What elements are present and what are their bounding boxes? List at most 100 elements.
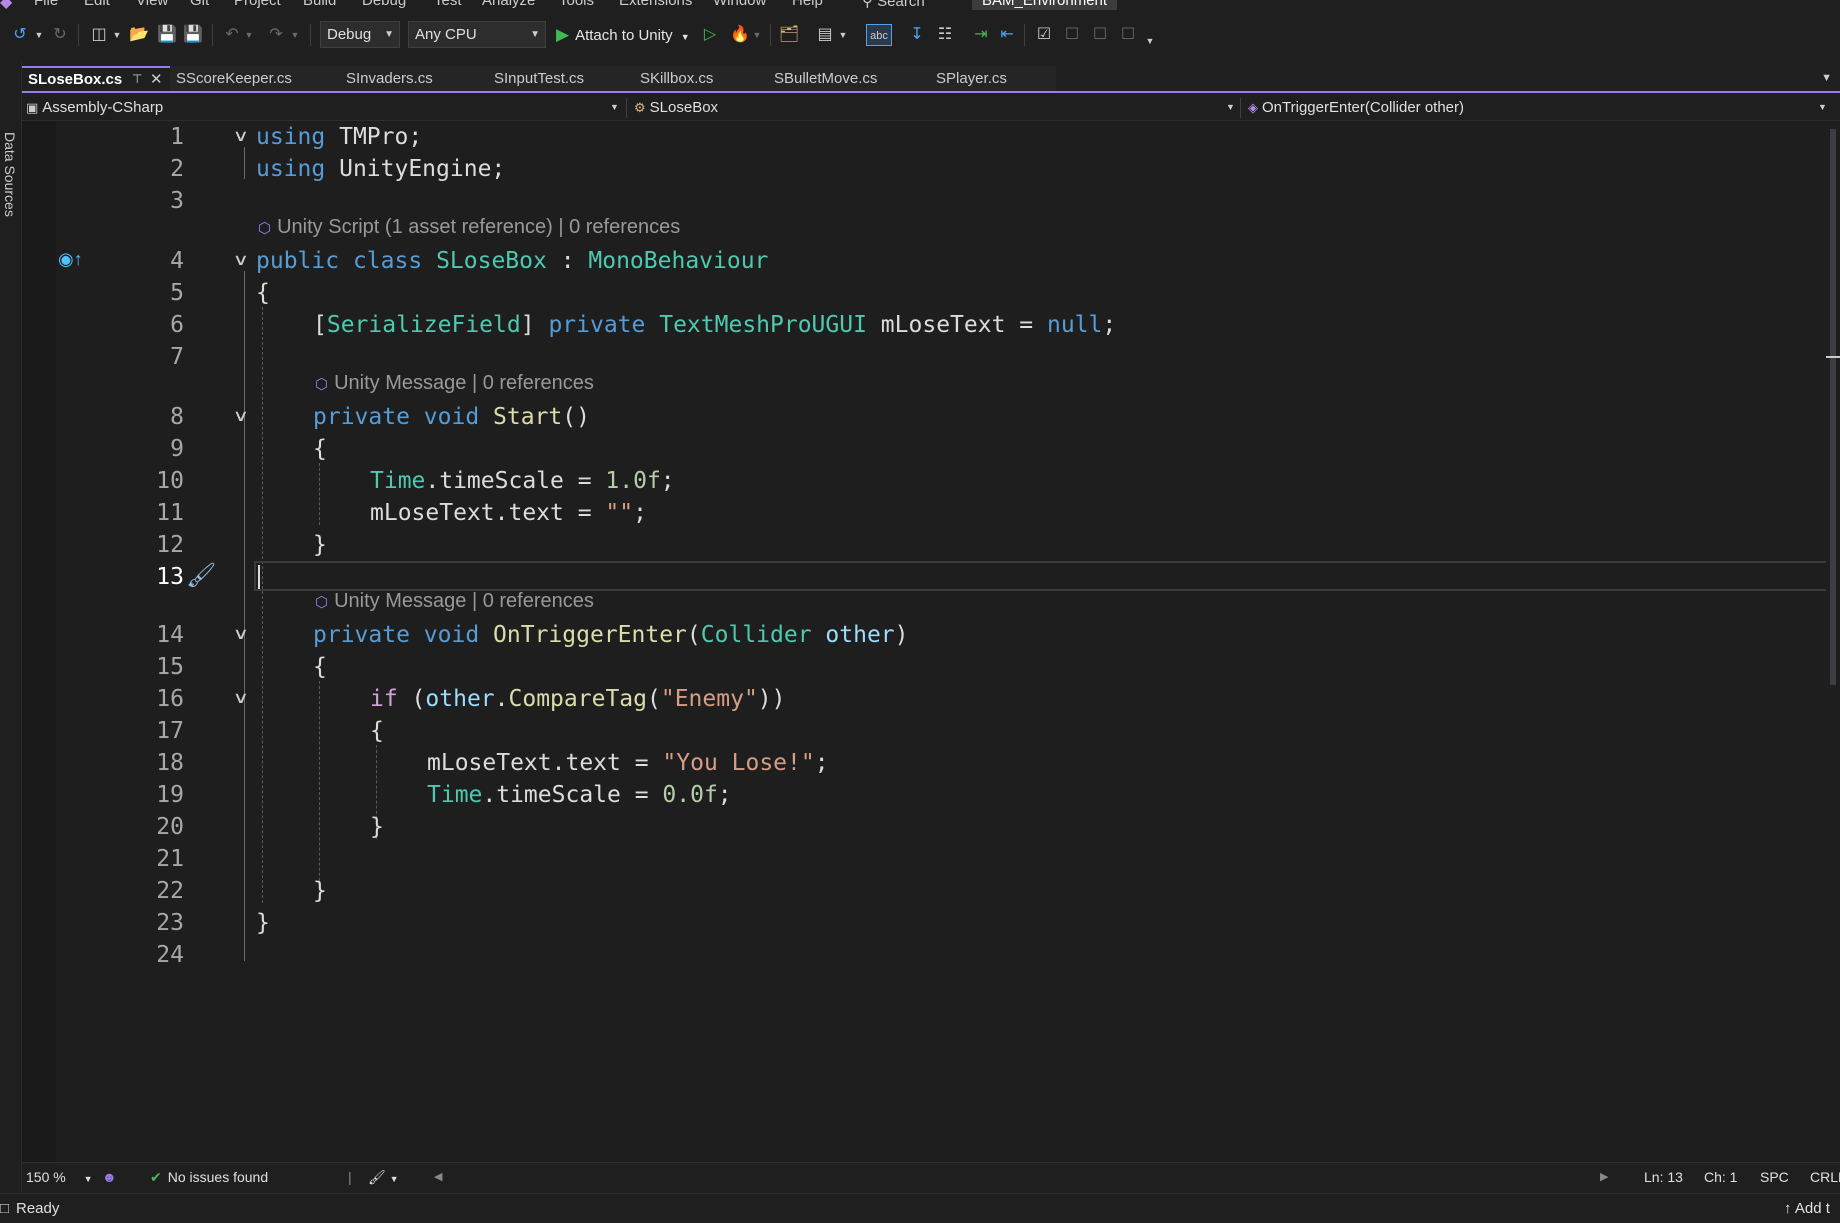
- code-line-8: private void Start(): [313, 404, 590, 430]
- fold-chevron-down-icon[interactable]: ∨: [233, 401, 249, 433]
- navigate-back-icon[interactable]: ↺: [10, 24, 30, 46]
- hot-reload-dropdown-icon[interactable]: ▼: [752, 24, 762, 46]
- fold-line: [244, 271, 245, 961]
- menu-project[interactable]: Project: [234, 0, 281, 9]
- tab-sloosebox[interactable]: SLoseBox.cs ⊤ ✕: [22, 66, 170, 91]
- menu-debug[interactable]: Debug: [362, 0, 406, 9]
- toolbar: ↺ ▼ ↻ ◫ ▼ 📂 💾 💾 ↶ ▼ ↷ ▼ Debug ▼ Any CPU …: [0, 10, 1840, 62]
- scroll-left-icon[interactable]: ◀: [434, 1163, 442, 1191]
- layout-dropdown-icon[interactable]: ▼: [838, 24, 848, 46]
- line-ending-indicator[interactable]: CRLF: [1810, 1163, 1840, 1191]
- undo-dropdown-icon[interactable]: ▼: [244, 24, 254, 46]
- hot-reload-icon[interactable]: 🔥: [730, 24, 750, 46]
- member-dropdown[interactable]: ◈ OnTriggerEnter(Collider other) ▼: [1248, 95, 1828, 120]
- tab-sscorekeeper[interactable]: SScoreKeeper.cs: [170, 66, 340, 91]
- codelens-class[interactable]: ⬡ Unity Script (1 asset reference) | 0 re…: [258, 213, 680, 241]
- code-line-14: private void OnTriggerEnter(Collider oth…: [313, 622, 909, 648]
- project-dropdown[interactable]: ▣ Assembly-CSharp ▼: [26, 95, 619, 120]
- line-number: 21: [156, 846, 184, 872]
- menu-file[interactable]: File: [34, 0, 58, 9]
- column-indicator[interactable]: Ch: 1: [1704, 1163, 1737, 1191]
- redo-dropdown-icon[interactable]: ▼: [290, 24, 300, 46]
- menu-extensions[interactable]: Extensions: [619, 0, 692, 9]
- code-cleanup-brush-icon[interactable]: 🖌 ▼: [368, 1163, 399, 1191]
- navigate-forward-icon[interactable]: ↻: [50, 24, 70, 46]
- clear-bookmarks-icon[interactable]: ☐: [1118, 24, 1138, 46]
- previous-bookmark-icon[interactable]: ☐: [1062, 24, 1082, 46]
- step-into-icon[interactable]: ↧: [906, 24, 928, 46]
- fold-chevron-down-icon[interactable]: ∨: [233, 619, 249, 651]
- menu-test[interactable]: Test: [434, 0, 462, 9]
- copilot-icon[interactable]: ☻: [102, 1163, 117, 1191]
- chevron-down-icon: ▼: [610, 102, 619, 112]
- code-line-18: mLoseText.text = "You Lose!";: [427, 750, 829, 776]
- project-name-badge[interactable]: BAM_Environment: [972, 0, 1118, 10]
- spell-check-icon[interactable]: abc: [866, 24, 892, 46]
- save-icon[interactable]: 💾: [156, 24, 178, 46]
- menu-edit[interactable]: Edit: [84, 0, 110, 9]
- pin-icon[interactable]: ⊤: [132, 68, 142, 91]
- tab-sbulletmove[interactable]: SBulletMove.cs: [768, 66, 930, 91]
- line-indicator[interactable]: Ln: 13: [1644, 1163, 1683, 1191]
- scrollbar-thumb[interactable]: [1830, 129, 1836, 685]
- next-bookmark-icon[interactable]: ☐: [1090, 24, 1110, 46]
- copy-format-icon[interactable]: ☷: [934, 24, 956, 46]
- menu-git[interactable]: Git: [190, 0, 209, 9]
- new-dropdown-icon[interactable]: ▼: [112, 24, 122, 46]
- chevron-down-icon: ▼: [1818, 102, 1827, 112]
- menu-window[interactable]: Window: [713, 0, 766, 9]
- fold-chevron-down-icon[interactable]: ∨: [233, 245, 249, 277]
- add-to-source-control-button[interactable]: ↑ Add t: [1784, 1194, 1830, 1223]
- layout-icon[interactable]: ▤: [814, 24, 836, 46]
- menu-help[interactable]: Help: [792, 0, 823, 9]
- save-all-icon[interactable]: 💾: [182, 24, 204, 46]
- indent-icon[interactable]: ⇥: [970, 24, 992, 46]
- configuration-select[interactable]: Debug ▼: [320, 21, 400, 48]
- output-window-icon[interactable]: □: [0, 1194, 9, 1223]
- search-box[interactable]: ⚲ Search: [862, 0, 925, 10]
- new-project-icon[interactable]: ◫: [88, 24, 110, 46]
- selection-margin[interactable]: [22, 121, 56, 1162]
- outdent-icon[interactable]: ⇤: [996, 24, 1018, 46]
- toolbar-overflow-icon[interactable]: ▼: [1144, 30, 1156, 52]
- tab-overflow-chevron-down-icon[interactable]: ▼: [1821, 66, 1832, 91]
- issues-indicator[interactable]: ✔ No issues found: [150, 1163, 268, 1191]
- line-number: 23: [156, 910, 184, 936]
- unity-cube-icon: ⬡: [315, 594, 329, 611]
- platform-select[interactable]: Any CPU ▼: [408, 21, 546, 48]
- tab-sinvaders[interactable]: SInvaders.cs: [340, 66, 488, 91]
- tab-splayer[interactable]: SPlayer.cs: [930, 66, 1056, 91]
- bookmark-icon[interactable]: ☑: [1034, 24, 1054, 46]
- vertical-scrollbar[interactable]: [1826, 121, 1840, 1162]
- back-dropdown-icon[interactable]: ▼: [34, 24, 44, 46]
- codelens-start[interactable]: ⬡ Unity Message | 0 references: [315, 369, 594, 397]
- code-editor[interactable]: ◉↑ 1 2 3 4 5 6 7 8 9 10 11 12 13 14 15 1…: [22, 121, 1840, 1162]
- start-without-debugging-icon[interactable]: ▷: [700, 24, 720, 46]
- menu-build[interactable]: Build: [303, 0, 336, 9]
- fold-chevron-down-icon[interactable]: ∨: [233, 683, 249, 715]
- menu-analyze[interactable]: Analyze: [482, 0, 535, 9]
- quick-actions-brush-icon[interactable]: 🖌: [186, 561, 216, 590]
- undo-icon[interactable]: ↶: [222, 24, 242, 46]
- type-dropdown[interactable]: ⚙ SLoseBox ▼: [634, 95, 1235, 120]
- data-sources-tab[interactable]: Data Sources: [2, 132, 18, 217]
- zoom-select[interactable]: 150 % ▼: [26, 1163, 93, 1191]
- code-line-22: }: [313, 878, 327, 904]
- redo-icon[interactable]: ↷: [266, 24, 286, 46]
- fold-chevron-down-icon[interactable]: ∨: [233, 121, 249, 153]
- whitespace-indicator[interactable]: SPC: [1760, 1163, 1789, 1191]
- close-icon[interactable]: ✕: [150, 68, 163, 91]
- menu-view[interactable]: View: [136, 0, 168, 9]
- unity-script-glyph-icon[interactable]: ◉↑: [58, 249, 83, 270]
- menu-tools[interactable]: Tools: [559, 0, 594, 9]
- tab-sinputtest[interactable]: SInputTest.cs: [488, 66, 634, 91]
- tab-skillbox[interactable]: SKillbox.cs: [634, 66, 768, 91]
- scroll-right-icon[interactable]: ▶: [1600, 1163, 1608, 1191]
- open-folder-icon[interactable]: 📂: [128, 24, 150, 46]
- attach-to-unity-button[interactable]: ▶ Attach to Unity ▼: [556, 24, 690, 46]
- codelens-ontriggerenter[interactable]: ⬡ Unity Message | 0 references: [315, 587, 594, 615]
- line-number: 18: [156, 750, 184, 776]
- class-icon: ⚙: [634, 100, 646, 115]
- editor-status-bar: 150 % ▼ ☻ ✔ No issues found | 🖌 ▼ ◀ ▶ Ln:…: [22, 1162, 1840, 1190]
- solution-explorer-icon[interactable]: 🗂: [778, 24, 800, 46]
